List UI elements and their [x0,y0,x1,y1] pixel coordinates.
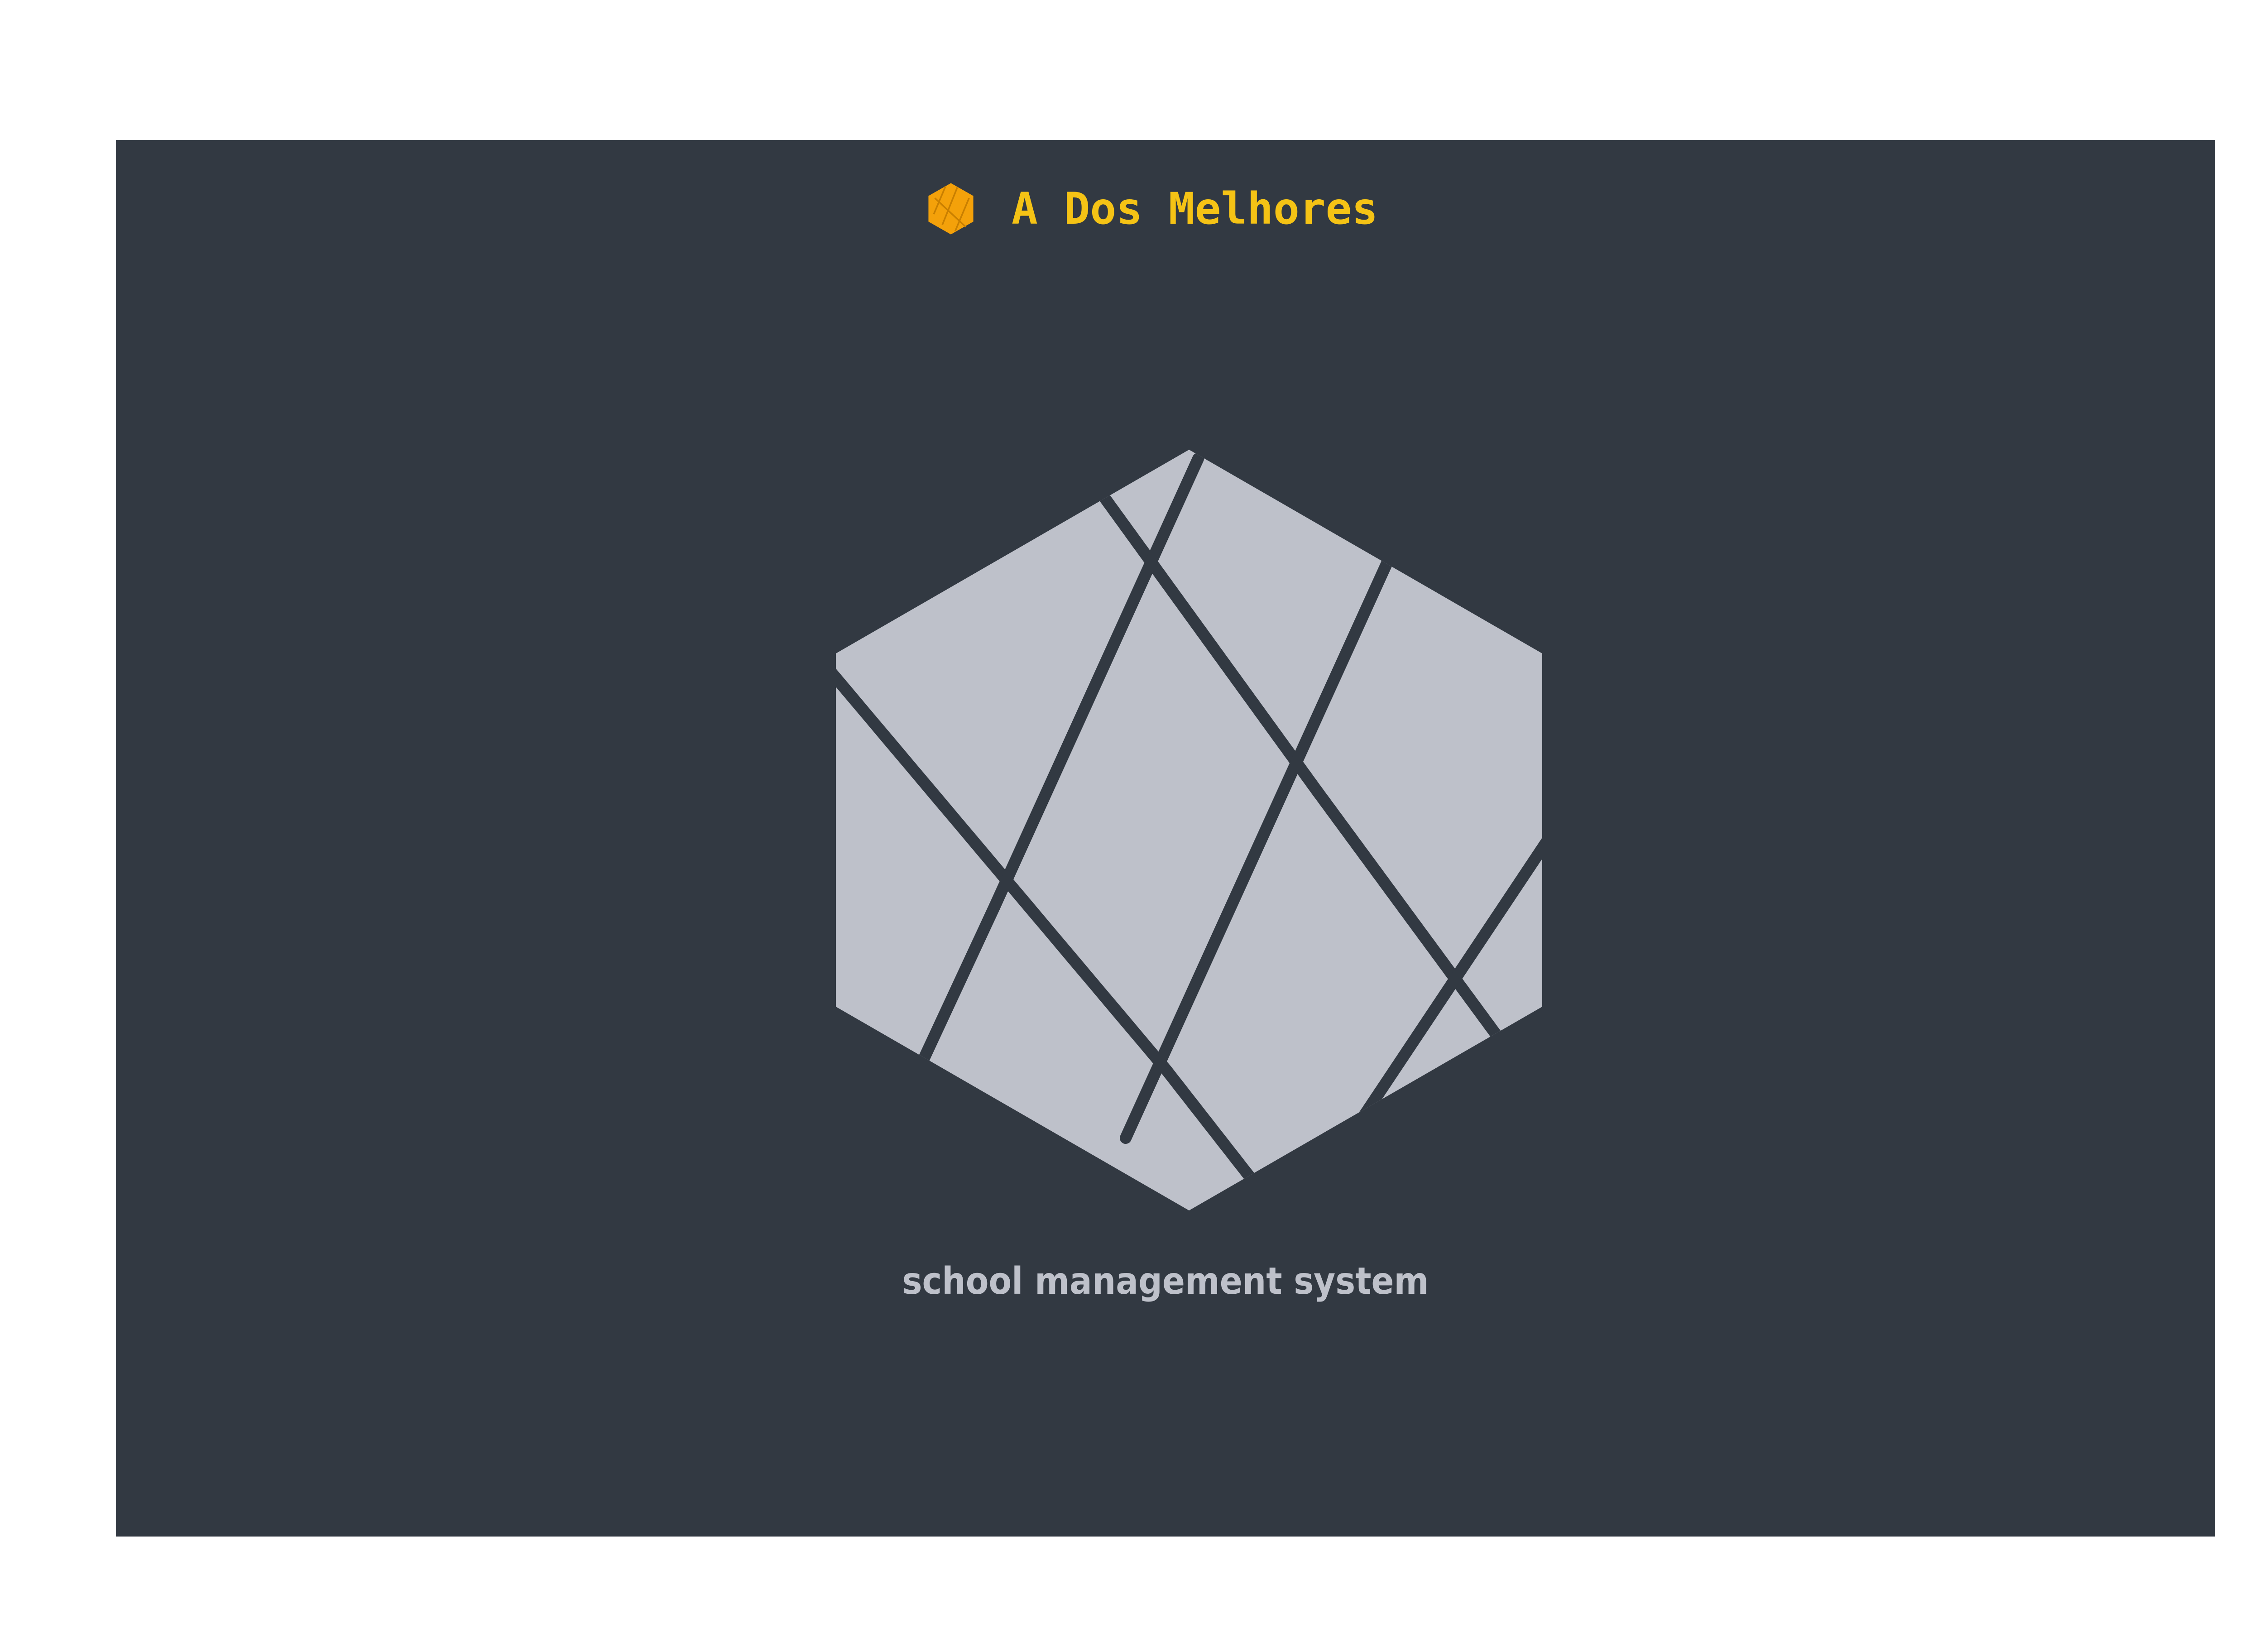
hexagon-facets-logo [836,450,1542,1210]
splash-panel: A Dos Melhores school management system [116,140,2215,1537]
tagline: school management system [902,1260,1429,1303]
hexagon-logo-icon [928,183,974,235]
app-name: A Dos Melhores [1012,183,1378,234]
brand-header: A Dos Melhores [924,163,1378,254]
